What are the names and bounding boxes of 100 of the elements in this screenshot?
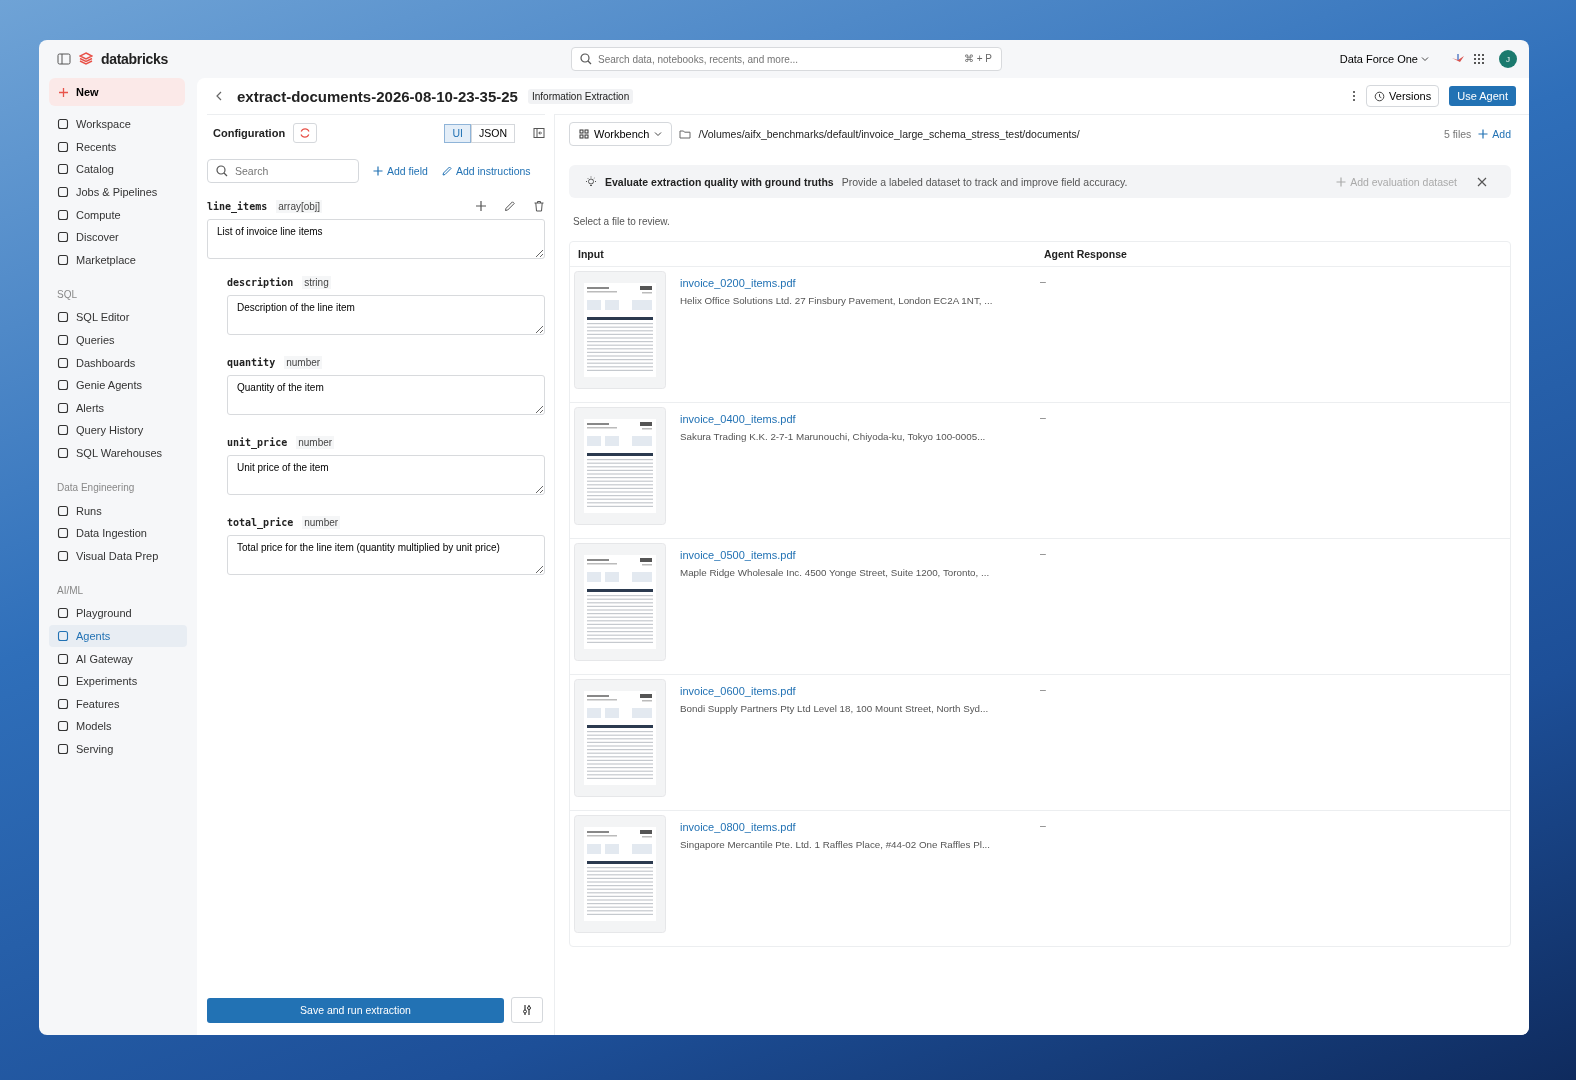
square-icon [57,140,69,153]
banner-title: Evaluate extraction quality with ground truths [605,175,834,188]
search-icon [216,165,228,177]
history-icon [1374,90,1386,102]
back-icon[interactable] [215,91,223,101]
trash-icon[interactable] [533,200,545,212]
file-row[interactable]: invoice_0800_items.pdf Singapore Mercantile Pte. Ltd. 1 Raffles Place, #44-02 One Raffles Pl... – [570,810,1510,946]
user-avatar[interactable]: J [1499,50,1517,68]
square-icon [57,652,69,665]
description-field[interactable]: Unit price of the item [227,455,545,495]
sidebar-item[interactable]: Marketplace [49,248,187,272]
sidebar-item[interactable]: Playground [49,602,187,625]
sidebar-item[interactable]: Catalog [49,158,187,181]
sidebar-item[interactable]: Genie Agents [49,373,187,397]
square-icon [57,424,69,437]
file-row[interactable]: invoice_0400_items.pdf Sakura Trading K.K. 2-7-1 Marunouchi, Chiyoda-ku, Tokyo 100-0005... – [570,402,1510,538]
column-header: Agent Response [1044,248,1128,260]
square-icon [57,118,69,131]
sidebar-item[interactable]: Queries [49,328,187,352]
field-type: number [296,435,335,449]
square-icon [57,675,69,688]
pencil-icon [441,166,452,176]
sidebar-item[interactable]: Recents [49,135,187,159]
sidebar-item[interactable]: Dashboards [49,351,187,374]
sidebar-item[interactable]: Serving [49,737,187,761]
view-selector[interactable]: Workbench [569,122,673,146]
file-link[interactable]: invoice_0200_items.pdf [680,277,796,289]
use-agent-button[interactable]: Use Agent [1449,86,1516,106]
sidebar-item[interactable]: Data Ingestion [49,521,187,545]
description-field[interactable]: Quantity of the item [227,375,545,415]
bird-icon[interactable] [1451,53,1465,65]
mode-tab[interactable]: UI [444,123,471,143]
field-name: quantity [227,356,276,368]
sidebar-item[interactable]: Visual Data Prep [49,544,187,568]
file-link[interactable]: invoice_0800_items.pdf [680,821,796,833]
mode-tab[interactable]: JSON [471,123,515,143]
add-instructions-link[interactable]: Add instructions [441,165,531,177]
file-preview-text: Sakura Trading K.K. 2-7-1 Marunouchi, Chiyoda-ku, Tokyo 100-0005... [680,431,986,442]
sidebar-item[interactable]: SQL Editor [49,306,187,329]
square-icon [57,253,69,266]
settings-button[interactable] [511,997,543,1023]
square-icon [57,311,69,324]
sidebar-item[interactable]: Discover [49,225,187,249]
square-icon [57,208,69,221]
description-field[interactable]: List of invoice line items [207,219,545,259]
sidebar-item[interactable]: Alerts [49,396,187,420]
square-icon [57,334,69,347]
refresh-icon [299,127,312,139]
sidebar-item[interactable]: Runs [49,499,187,522]
refresh-button[interactable] [293,123,318,143]
description-field[interactable]: Description of the line item [227,295,545,335]
sidebar-item[interactable]: SQL Warehouses [49,441,187,465]
new-button[interactable]: New [49,78,185,106]
apps-grid-icon[interactable] [1473,53,1485,65]
add-field-link[interactable]: Add field [373,165,428,177]
close-icon[interactable] [1477,176,1487,187]
square-icon [57,379,69,392]
field-search[interactable]: Search [207,159,359,183]
plus-icon[interactable] [475,200,487,212]
sidebar-item[interactable]: Jobs & Pipelines [49,180,187,204]
save-and-run-button[interactable]: Save and run extraction [207,997,504,1023]
square-icon [57,720,69,733]
field-name: line_items [207,200,268,212]
square-icon [57,549,69,562]
file-link[interactable]: invoice_0400_items.pdf [680,413,796,425]
page-title: extract-documents-2026-08-10-23-35-25 [237,87,518,105]
sidebar-item[interactable]: Workspace [49,113,187,136]
more-options-icon[interactable] [1352,90,1357,102]
sidebar-section-heading: SQL [56,288,78,303]
file-preview-text: Bondi Supply Partners Pty Ltd Level 18, 100 Mount Street, North Syd... [680,703,989,714]
field-type: string [302,275,331,289]
square-icon [57,527,69,540]
shortcut-hint: ⌘ + P [963,53,992,64]
sidebar-section-heading: AI/ML [56,584,85,599]
description-field[interactable]: Total price for the line item (quantity multiplied by unit price) [227,535,545,575]
file-row[interactable]: invoice_0200_items.pdf Helix Office Solutions Ltd. 27 Finsbury Pavement, London EC2A 1NT, ... – [570,266,1510,402]
folder-path: /Volumes/aifx_benchmarks/default/invoice_large_schema_stress_test/documents/ [698,128,1080,140]
sidebar-toggle-icon[interactable] [57,52,71,66]
pencil-icon[interactable] [504,200,516,212]
workspace-selector[interactable]: Data Force One [1339,53,1429,65]
square-icon [57,356,69,369]
add-files-link[interactable]: Add [1478,128,1511,140]
file-row[interactable]: invoice_0500_items.pdf Maple Ridge Wholesale Inc. 4500 Yonge Street, Suite 1200, Toronto, ... – [570,538,1510,674]
file-row[interactable]: invoice_0600_items.pdf Bondi Supply Partners Pty Ltd Level 18, 100 Mount Street, North Syd... – [570,674,1510,810]
sidebar-item[interactable]: Features [49,692,187,716]
file-link[interactable]: invoice_0500_items.pdf [680,549,796,561]
sidebar-item[interactable]: Experiments [49,669,187,693]
collapse-panel-icon[interactable] [533,127,545,139]
sidebar-item[interactable]: Models [49,715,187,738]
sidebar-item[interactable]: Agents [49,624,187,648]
agent-response: – [1040,411,1046,423]
file-link[interactable]: invoice_0600_items.pdf [680,685,796,697]
versions-button[interactable]: Versions [1366,85,1440,107]
square-icon [57,630,69,642]
sidebar-item[interactable]: Query History [49,419,187,442]
type-tag: Information Extraction [527,88,634,104]
sidebar-item[interactable]: AI Gateway [49,647,187,670]
plus-icon [1336,176,1347,187]
sidebar-item[interactable]: Compute [49,203,187,226]
search-icon [580,53,592,65]
